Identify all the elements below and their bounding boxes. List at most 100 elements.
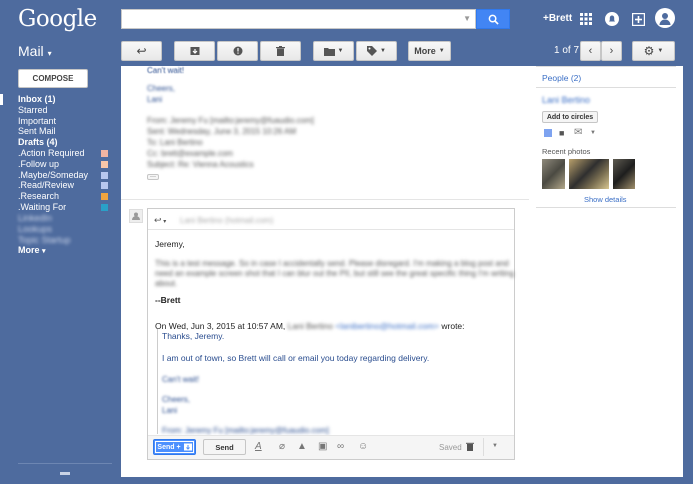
report-spam-button[interactable] bbox=[217, 41, 258, 61]
photo-icon[interactable]: ▣ bbox=[318, 442, 327, 452]
send-and-archive-button[interactable]: Send + bbox=[153, 439, 196, 455]
archive-button[interactable] bbox=[174, 41, 215, 61]
quote-bar bbox=[157, 329, 158, 434]
label-color-swatch[interactable] bbox=[101, 193, 108, 200]
blurred-text: <lanibertino@hotmail.com> bbox=[335, 321, 439, 331]
people-count[interactable]: People (2) bbox=[542, 73, 581, 83]
blurred-text: This is a test message. So in case I acc… bbox=[155, 259, 509, 268]
discard-draft-icon[interactable] bbox=[466, 442, 474, 454]
older-button[interactable]: › bbox=[601, 41, 622, 61]
sidebar-item-follow-up[interactable]: .Follow up bbox=[18, 159, 59, 170]
back-button[interactable]: ↩ bbox=[121, 41, 162, 61]
chat-icon[interactable]: ▬ bbox=[60, 467, 70, 478]
photo-thumbnail[interactable] bbox=[569, 159, 609, 189]
google-logo[interactable]: Google bbox=[18, 6, 97, 32]
reply-arrow-icon: ↩ bbox=[154, 215, 162, 225]
divider bbox=[536, 66, 676, 67]
label-tag-icon bbox=[367, 46, 378, 56]
blurred-text: To: Lani Bertino bbox=[147, 138, 203, 147]
label-color-swatch[interactable] bbox=[101, 150, 108, 157]
label-color-swatch[interactable] bbox=[101, 161, 108, 168]
gear-icon: ⚙ bbox=[643, 44, 655, 58]
label-color-swatch[interactable] bbox=[101, 182, 108, 189]
sidebar-item-research[interactable]: .Research bbox=[18, 191, 59, 202]
quote-date: On Wed, Jun 3, 2015 at 10:57 AM, bbox=[155, 321, 286, 331]
person-icon bbox=[659, 13, 671, 25]
sidebar-item-more[interactable]: More ▾ bbox=[18, 245, 46, 257]
photo-thumbnail[interactable] bbox=[613, 159, 635, 189]
video-call-icon[interactable]: ■ bbox=[559, 128, 564, 138]
account-avatar[interactable] bbox=[655, 8, 675, 28]
sidebar-item-starred[interactable]: Starred bbox=[18, 105, 48, 116]
add-to-circles-button[interactable]: Add to circles bbox=[542, 111, 598, 123]
reply-box[interactable]: ↩ ▾ Lani Bertino (hotmail.com) Jeremy, T… bbox=[147, 208, 515, 460]
search-button[interactable] bbox=[476, 9, 510, 29]
mail-menu[interactable]: Mail ▾ bbox=[18, 43, 52, 59]
show-trimmed-button[interactable]: ··· bbox=[147, 174, 159, 180]
more-button[interactable]: More ▼ bbox=[408, 41, 451, 61]
chevron-down-icon[interactable]: ▼ bbox=[590, 130, 596, 136]
sidebar-item-action-required[interactable]: .Action Required bbox=[18, 148, 85, 159]
emoji-icon[interactable]: ☺ bbox=[358, 442, 368, 452]
share-plus-icon[interactable] bbox=[630, 11, 646, 27]
label-color-swatch[interactable] bbox=[101, 204, 108, 211]
email-icon[interactable]: ✉ bbox=[574, 127, 582, 138]
sidebar-item-read-review[interactable]: .Read/Review bbox=[18, 180, 74, 191]
notifications-icon[interactable] bbox=[604, 11, 620, 27]
delete-button[interactable] bbox=[260, 41, 301, 61]
blurred-text: Cc: brett@example.com bbox=[147, 149, 233, 158]
message-line: Cheers, bbox=[147, 84, 176, 93]
compose-button[interactable]: COMPOSE bbox=[18, 69, 88, 88]
quote-header: On Wed, Jun 3, 2015 at 10:57 AM, Lani Be… bbox=[155, 321, 465, 331]
newer-button[interactable]: ‹ bbox=[580, 41, 601, 61]
sidebar-item-waiting-for[interactable]: .Waiting For bbox=[18, 202, 66, 213]
sidebar-item-inbox[interactable]: Inbox (1) bbox=[18, 94, 56, 105]
selected-indicator bbox=[0, 94, 3, 105]
reply-greeting[interactable]: Jeremy, bbox=[155, 239, 185, 249]
sidebar-item-drafts[interactable]: Drafts (4) bbox=[18, 137, 58, 148]
move-to-button[interactable]: ▼ bbox=[313, 41, 354, 61]
page-count: 1 of 7 bbox=[554, 45, 580, 56]
more-label: More bbox=[414, 46, 436, 56]
hangout-icon[interactable] bbox=[544, 129, 552, 137]
folder-icon bbox=[323, 47, 335, 56]
recipient-field[interactable]: Lani Bertino (hotmail.com) bbox=[180, 216, 273, 225]
saved-status: Saved bbox=[439, 443, 462, 452]
apps-grid-icon[interactable] bbox=[578, 11, 594, 27]
labels-button[interactable]: ▼ bbox=[356, 41, 397, 61]
link-icon[interactable]: ∞ bbox=[337, 442, 344, 452]
search-options-icon[interactable]: ▼ bbox=[463, 14, 471, 23]
sidebar-divider bbox=[18, 463, 112, 464]
send-button[interactable]: Send bbox=[203, 439, 246, 455]
blurred-text: Lani Bertino bbox=[287, 321, 334, 331]
contact-name[interactable]: Lani Bertino bbox=[542, 95, 590, 105]
sidebar-item-linkedin[interactable]: LinkedIn bbox=[18, 213, 52, 224]
more-options-icon[interactable]: ▼ bbox=[492, 443, 498, 449]
sidebar-item-sent[interactable]: Sent Mail bbox=[18, 126, 56, 137]
blurred-text: need an example screen shot that I can b… bbox=[155, 269, 515, 278]
formatting-icon[interactable]: A bbox=[255, 442, 262, 452]
sender-avatar bbox=[129, 209, 143, 223]
photo-thumbnail[interactable] bbox=[542, 159, 565, 189]
label-color-swatch[interactable] bbox=[101, 172, 108, 179]
mail-menu-label: Mail bbox=[18, 43, 44, 59]
divider bbox=[536, 207, 676, 208]
show-details-link[interactable]: Show details bbox=[584, 195, 627, 204]
blurred-text: From: Jeremy Fu [mailto:jeremy@fuaudio.c… bbox=[147, 116, 314, 125]
quote-line: Lani bbox=[162, 406, 178, 415]
conversation-pane: Can't wait! Cheers, Lani From: Jeremy Fu… bbox=[121, 66, 529, 477]
reply-type-button[interactable]: ↩ ▾ bbox=[154, 215, 166, 226]
quote-line: Thanks, Jeremy. bbox=[162, 331, 225, 341]
drive-icon[interactable]: ▲ bbox=[297, 442, 307, 452]
sidebar-item-lookups[interactable]: Lookups bbox=[18, 224, 52, 235]
user-profile-link[interactable]: +Brett bbox=[543, 13, 572, 24]
attach-icon[interactable]: ⌀ bbox=[279, 442, 285, 452]
message-line: Can't wait! bbox=[147, 66, 185, 75]
settings-button[interactable]: ⚙ ▼ bbox=[632, 41, 675, 61]
message-divider bbox=[121, 199, 529, 200]
blurred-text: Subject: Re: Vienna Acoustics bbox=[147, 160, 254, 169]
search-input[interactable]: ▼ bbox=[121, 9, 476, 29]
back-arrow-icon: ↩ bbox=[136, 44, 147, 58]
reply-signoff: --Brett bbox=[155, 295, 181, 305]
recent-photos-label: Recent photos bbox=[542, 147, 591, 156]
